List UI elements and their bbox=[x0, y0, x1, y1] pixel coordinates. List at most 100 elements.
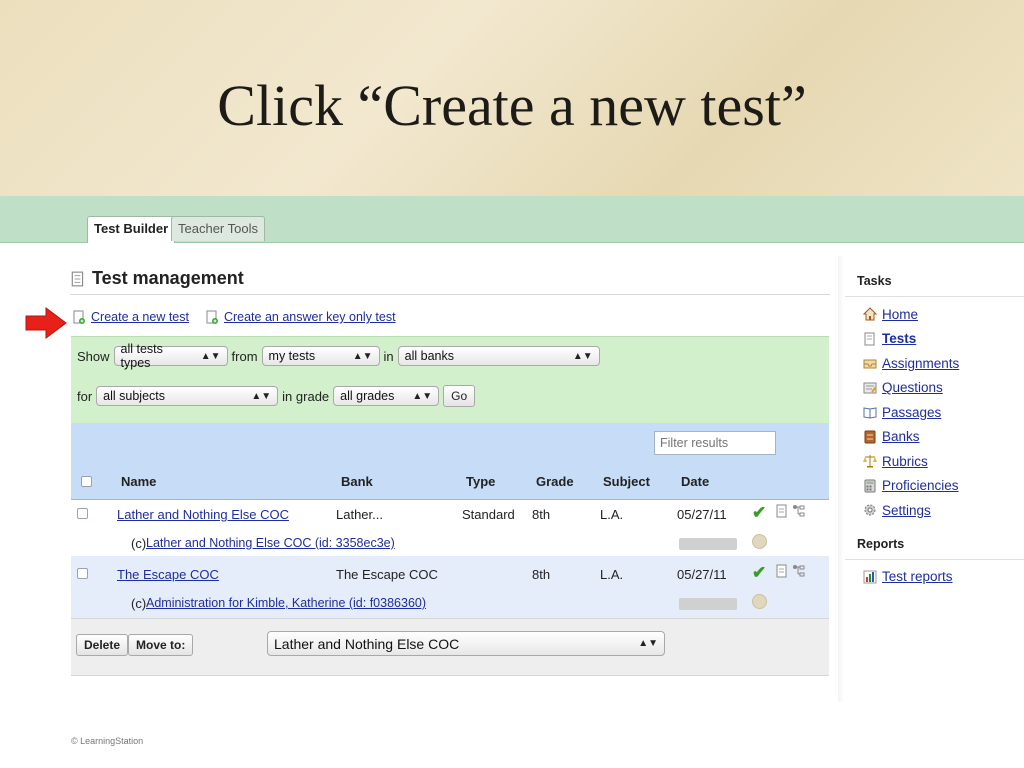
status-dot bbox=[752, 534, 767, 549]
filter-results-input[interactable] bbox=[654, 431, 776, 455]
test-type-select[interactable]: all tests types ▲▼ bbox=[113, 342, 228, 370]
grade-label: in grade bbox=[282, 388, 330, 404]
red-arrow-icon bbox=[25, 307, 67, 339]
filter-panel: Show all tests types ▲▼ from my tests ▲▼ i… bbox=[71, 336, 829, 424]
status-dot bbox=[752, 594, 767, 609]
from-select[interactable]: my tests ▲▼ bbox=[261, 346, 380, 366]
sidebar: Tasks Home Tests Assignments Questions P… bbox=[845, 266, 1024, 589]
col-grade[interactable]: Grade bbox=[536, 474, 574, 489]
sidebar-rule bbox=[845, 558, 1024, 560]
hierarchy-icon[interactable] bbox=[792, 504, 806, 518]
calculator-icon bbox=[864, 479, 876, 493]
sidebar-item-label[interactable]: Test reports bbox=[882, 569, 953, 584]
select-arrows-icon: ▲▼ bbox=[638, 638, 658, 649]
sidebar-item-label[interactable]: Passages bbox=[882, 405, 941, 420]
bank-cell: The Escape COC bbox=[336, 567, 438, 582]
select-arrows-icon: ▲▼ bbox=[352, 350, 373, 362]
tasks-heading: Tasks bbox=[857, 274, 892, 288]
grade-select[interactable]: all grades ▲▼ bbox=[333, 386, 440, 406]
tab-teacher-tools[interactable]: Teacher Tools bbox=[171, 216, 265, 241]
hierarchy-icon[interactable] bbox=[792, 564, 806, 578]
create-answer-key-link[interactable]: Create an answer key only test bbox=[224, 310, 396, 324]
sub-assignment-link[interactable]: Lather and Nothing Else COC (id: 3358ec3… bbox=[146, 536, 395, 550]
reports-heading: Reports bbox=[857, 536, 905, 551]
col-type[interactable]: Type bbox=[466, 474, 495, 489]
new-document-icon bbox=[73, 310, 85, 324]
note-icon bbox=[863, 382, 877, 394]
scales-icon bbox=[863, 455, 877, 468]
document-icon[interactable] bbox=[775, 504, 789, 518]
move-to-button[interactable]: Move to: bbox=[128, 634, 194, 656]
sidebar-item-label[interactable]: Tests bbox=[882, 331, 916, 346]
select-arrows-icon: ▲▼ bbox=[572, 350, 593, 362]
gear-icon bbox=[864, 504, 876, 516]
date-cell: 05/27/11 bbox=[677, 507, 727, 522]
sidebar-item-home[interactable]: Home bbox=[863, 302, 1024, 327]
sidebar-item-assignments[interactable]: Assignments bbox=[863, 351, 1024, 376]
sidebar-item-passages[interactable]: Passages bbox=[863, 400, 1024, 425]
bank-icon bbox=[864, 430, 876, 444]
sidebar-divider bbox=[838, 256, 844, 702]
sidebar-item-label[interactable]: Banks bbox=[882, 429, 920, 444]
select-arrows-icon: ▲▼ bbox=[412, 390, 433, 402]
filter-row-1: Show all tests types ▲▼ from my tests ▲▼ i… bbox=[77, 342, 600, 370]
sidebar-item-label[interactable]: Settings bbox=[882, 503, 931, 518]
tab-bar: Test Builder Teacher Tools bbox=[0, 196, 1024, 243]
row-checkbox[interactable] bbox=[77, 508, 88, 519]
sidebar-item-label[interactable]: Rubrics bbox=[882, 454, 928, 469]
sidebar-item-label[interactable]: Proficiencies bbox=[882, 478, 959, 493]
go-button[interactable]: Go bbox=[443, 385, 476, 407]
table-header: Name Bank Type Grade Subject Date bbox=[71, 465, 829, 500]
document-icon bbox=[864, 332, 875, 346]
test-type-value: all tests types bbox=[120, 342, 163, 370]
date-cell: 05/27/11 bbox=[677, 567, 727, 582]
filter-row-2: for all subjects ▲▼ in grade all grades ▲▼… bbox=[77, 385, 476, 407]
create-new-test-link-wrap: Create a new test bbox=[72, 310, 189, 324]
sidebar-rule bbox=[845, 296, 1024, 297]
sidebar-item-label[interactable]: Assignments bbox=[882, 356, 959, 371]
sidebar-item-proficiencies[interactable]: Proficiencies bbox=[863, 474, 1024, 499]
sidebar-item-banks[interactable]: Banks bbox=[863, 425, 1024, 450]
checkmark-icon[interactable]: ✔ bbox=[752, 503, 766, 523]
sidebar-item-label[interactable]: Home bbox=[882, 307, 918, 322]
create-new-test-link[interactable]: Create a new test bbox=[91, 310, 189, 324]
test-name-link[interactable]: Lather and Nothing Else COC bbox=[117, 507, 289, 522]
col-date[interactable]: Date bbox=[681, 474, 709, 489]
sidebar-item-test-reports[interactable]: Test reports bbox=[863, 565, 1024, 590]
bulk-actions-bar: Delete Move to: Lather and Nothing Else … bbox=[71, 618, 829, 676]
document-icon bbox=[71, 271, 84, 286]
col-name[interactable]: Name bbox=[121, 474, 156, 489]
heading-divider bbox=[70, 294, 830, 295]
sidebar-item-label[interactable]: Questions bbox=[882, 380, 943, 395]
col-subject[interactable]: Subject bbox=[603, 474, 650, 489]
sidebar-item-settings[interactable]: Settings bbox=[863, 498, 1024, 523]
bank-cell: Lather... bbox=[336, 507, 383, 522]
bank-value: all banks bbox=[404, 349, 454, 363]
sidebar-item-tests[interactable]: Tests bbox=[863, 327, 1024, 352]
subject-cell: L.A. bbox=[600, 567, 624, 582]
table-row: Lather and Nothing Else COC Lather... St… bbox=[71, 500, 829, 556]
col-bank[interactable]: Bank bbox=[341, 474, 373, 489]
table-row: The Escape COC The Escape COC 8th L.A. 0… bbox=[71, 556, 829, 618]
progress-bar bbox=[679, 538, 737, 550]
checkmark-icon[interactable]: ✔ bbox=[752, 563, 766, 583]
delete-button[interactable]: Delete bbox=[76, 634, 129, 656]
bank-select[interactable]: all banks ▲▼ bbox=[397, 346, 600, 366]
grade-value: all grades bbox=[340, 389, 395, 403]
sidebar-item-rubrics[interactable]: Rubrics bbox=[863, 449, 1024, 474]
in-label: in bbox=[383, 348, 394, 364]
row-checkbox[interactable] bbox=[77, 568, 88, 579]
select-arrows-icon: ▲▼ bbox=[200, 350, 221, 362]
sidebar-item-questions[interactable]: Questions bbox=[863, 376, 1024, 401]
tab-test-builder[interactable]: Test Builder bbox=[87, 216, 176, 243]
document-icon[interactable] bbox=[775, 564, 789, 578]
subject-value: all subjects bbox=[103, 389, 166, 403]
home-icon bbox=[863, 307, 877, 321]
subject-select[interactable]: all subjects ▲▼ bbox=[96, 386, 279, 406]
new-document-icon bbox=[206, 310, 218, 324]
move-to-select[interactable]: Lather and Nothing Else COC ▲▼ bbox=[267, 631, 665, 656]
sub-assignment-link[interactable]: Administration for Kimble, Katherine (id… bbox=[146, 596, 426, 610]
page-title: Test management bbox=[92, 268, 244, 288]
select-all-checkbox[interactable] bbox=[81, 476, 92, 487]
test-name-link[interactable]: The Escape COC bbox=[117, 567, 219, 582]
